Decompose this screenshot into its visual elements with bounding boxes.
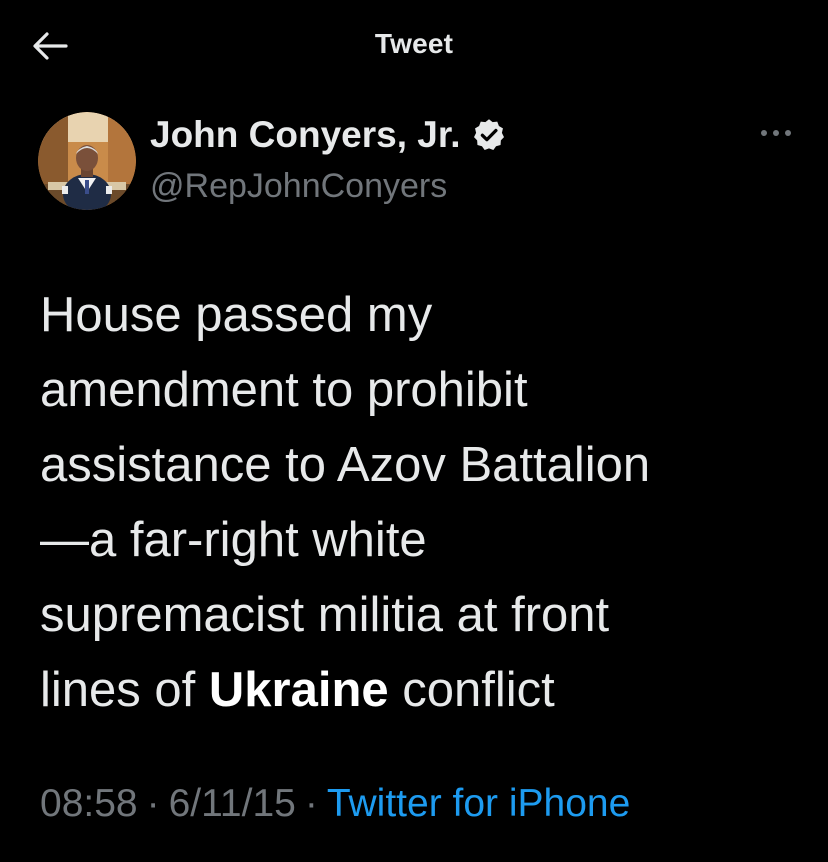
tweet-text-line: assistance to Azov Battalion xyxy=(40,438,651,492)
tweet-text-line: amendment to prohibit xyxy=(40,363,528,417)
tweet-date: 6/11/15 xyxy=(168,782,296,825)
meta-separator: · xyxy=(146,782,160,825)
tweet-text-segment: conflict xyxy=(388,663,555,717)
display-name[interactable]: John Conyers, Jr. xyxy=(150,114,461,156)
tweet-text-bold-segment: Ukraine xyxy=(208,663,389,717)
tweet-text-line: supremacist militia at front xyxy=(40,588,610,642)
tweet-text-line: —a far-right white xyxy=(40,513,427,567)
avatar[interactable] xyxy=(38,112,136,210)
user-handle[interactable]: @RepJohnConyers xyxy=(150,167,447,206)
more-horizontal-icon xyxy=(761,130,791,136)
tweet-author: John Conyers, Jr. @RepJohnConyers xyxy=(38,112,798,212)
tweet-time: 08:58 xyxy=(40,782,138,825)
tweet-text: House passed my amendment to prohibit as… xyxy=(40,278,800,728)
meta-separator: · xyxy=(304,782,318,825)
tweet-text-line: House passed my xyxy=(40,288,433,342)
top-bar: Tweet xyxy=(0,0,828,90)
tweet-text-line: lines of Ukraine conflict xyxy=(40,653,800,728)
tweet-text-segment: lines of xyxy=(40,663,209,717)
more-options-button[interactable] xyxy=(756,118,796,148)
name-line: John Conyers, Jr. xyxy=(150,114,507,156)
avatar-photo xyxy=(38,112,136,210)
tweet-source-link[interactable]: Twitter for iPhone xyxy=(327,782,630,825)
page-title: Tweet xyxy=(374,28,454,59)
tweet-metadata: 08:58 · 6/11/15 · Twitter for iPhone xyxy=(40,782,630,826)
verified-badge-icon xyxy=(471,117,507,153)
